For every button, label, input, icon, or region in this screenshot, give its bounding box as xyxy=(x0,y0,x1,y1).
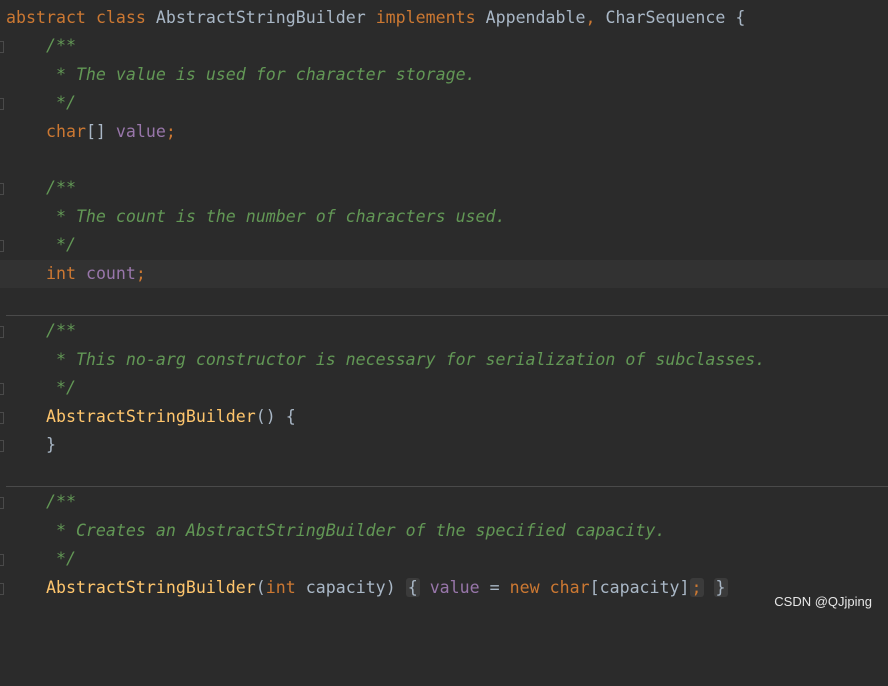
code-line[interactable]: */ xyxy=(0,231,888,259)
fold-marker-icon[interactable] xyxy=(0,240,4,252)
bracket-open: [ xyxy=(589,578,600,597)
comment: */ xyxy=(45,549,76,568)
folded-rbrace[interactable]: } xyxy=(713,578,728,597)
code-line[interactable]: * This no-arg constructor is necessary f… xyxy=(0,346,888,374)
code-line[interactable]: */ xyxy=(0,374,888,402)
interface-appendable: Appendable xyxy=(485,8,586,27)
open-paren: ( xyxy=(255,578,266,597)
code-line[interactable]: */ xyxy=(0,89,888,117)
code-line[interactable]: AbstractStringBuilder(int capacity) { va… xyxy=(0,574,888,602)
comment: * Creates an AbstractStringBuilder of th… xyxy=(45,521,666,540)
comma: , xyxy=(585,8,596,27)
equals: = xyxy=(489,578,500,597)
watermark: CSDN @QJjping xyxy=(774,594,872,609)
folded-lbrace[interactable]: { xyxy=(405,578,420,597)
class-name: AbstractStringBuilder xyxy=(155,8,366,27)
field-value: value xyxy=(429,578,480,597)
code-line[interactable]: /** xyxy=(0,488,888,516)
comment: * The count is the number of characters … xyxy=(45,207,506,226)
comment: * The value is used for character storag… xyxy=(45,65,476,84)
comment: * This no-arg constructor is necessary f… xyxy=(45,350,766,369)
fold-marker-icon[interactable] xyxy=(0,583,4,595)
code-line[interactable]: * The value is used for character storag… xyxy=(0,61,888,89)
bracket-close: ] xyxy=(679,578,690,597)
keyword-new: new xyxy=(509,578,540,597)
keyword-abstract: abstract xyxy=(6,8,86,27)
open-brace: { xyxy=(735,8,746,27)
close-brace: } xyxy=(45,435,56,454)
type-char: char xyxy=(45,122,86,141)
fold-marker-icon[interactable] xyxy=(0,412,4,424)
method-separator xyxy=(6,486,888,487)
type-int: int xyxy=(265,578,296,597)
field-count: count xyxy=(85,264,136,283)
param-capacity: capacity xyxy=(305,578,386,597)
fold-marker-icon[interactable] xyxy=(0,383,4,395)
method-separator xyxy=(6,315,888,316)
code-line[interactable]: } xyxy=(0,431,888,459)
comment: /** xyxy=(45,36,76,55)
open-brace: { xyxy=(285,407,296,426)
keyword-implements: implements xyxy=(375,8,476,27)
comment: /** xyxy=(45,321,76,340)
comment: */ xyxy=(45,235,76,254)
fold-marker-icon[interactable] xyxy=(0,497,4,509)
type-int: int xyxy=(45,264,76,283)
keyword-class: class xyxy=(95,8,146,27)
comment: */ xyxy=(45,93,76,112)
code-line[interactable]: /** xyxy=(0,317,888,345)
close-paren: ) xyxy=(385,578,396,597)
fold-marker-icon[interactable] xyxy=(0,440,4,452)
code-line[interactable]: * The count is the number of characters … xyxy=(0,203,888,231)
param-capacity: capacity xyxy=(599,578,680,597)
code-editor[interactable]: abstract class AbstractStringBuilder imp… xyxy=(0,0,888,619)
code-line[interactable]: char[] value; xyxy=(0,118,888,146)
constructor-name: AbstractStringBuilder xyxy=(45,578,256,597)
code-line[interactable]: abstract class AbstractStringBuilder imp… xyxy=(0,4,888,32)
field-value: value xyxy=(115,122,166,141)
fold-marker-icon[interactable] xyxy=(0,183,4,195)
fold-marker-icon[interactable] xyxy=(0,554,4,566)
code-line[interactable]: /** xyxy=(0,174,888,202)
brackets: [] xyxy=(85,122,106,141)
fold-marker-icon[interactable] xyxy=(0,98,4,110)
code-line[interactable]: AbstractStringBuilder() { xyxy=(0,403,888,431)
semicolon: ; xyxy=(135,264,146,283)
comment: /** xyxy=(45,492,76,511)
semicolon: ; xyxy=(689,578,704,597)
interface-charsequence: CharSequence xyxy=(605,8,726,27)
comment: /** xyxy=(45,178,76,197)
constructor-name: AbstractStringBuilder xyxy=(45,407,256,426)
comment: */ xyxy=(45,378,76,397)
fold-marker-icon[interactable] xyxy=(0,41,4,53)
type-char: char xyxy=(549,578,590,597)
current-code-line[interactable]: int count; xyxy=(0,260,888,288)
code-line[interactable]: /** xyxy=(0,32,888,60)
fold-marker-icon[interactable] xyxy=(0,326,4,338)
semicolon: ; xyxy=(165,122,176,141)
parens: () xyxy=(255,407,276,426)
code-line[interactable]: */ xyxy=(0,545,888,573)
code-line[interactable]: * Creates an AbstractStringBuilder of th… xyxy=(0,517,888,545)
